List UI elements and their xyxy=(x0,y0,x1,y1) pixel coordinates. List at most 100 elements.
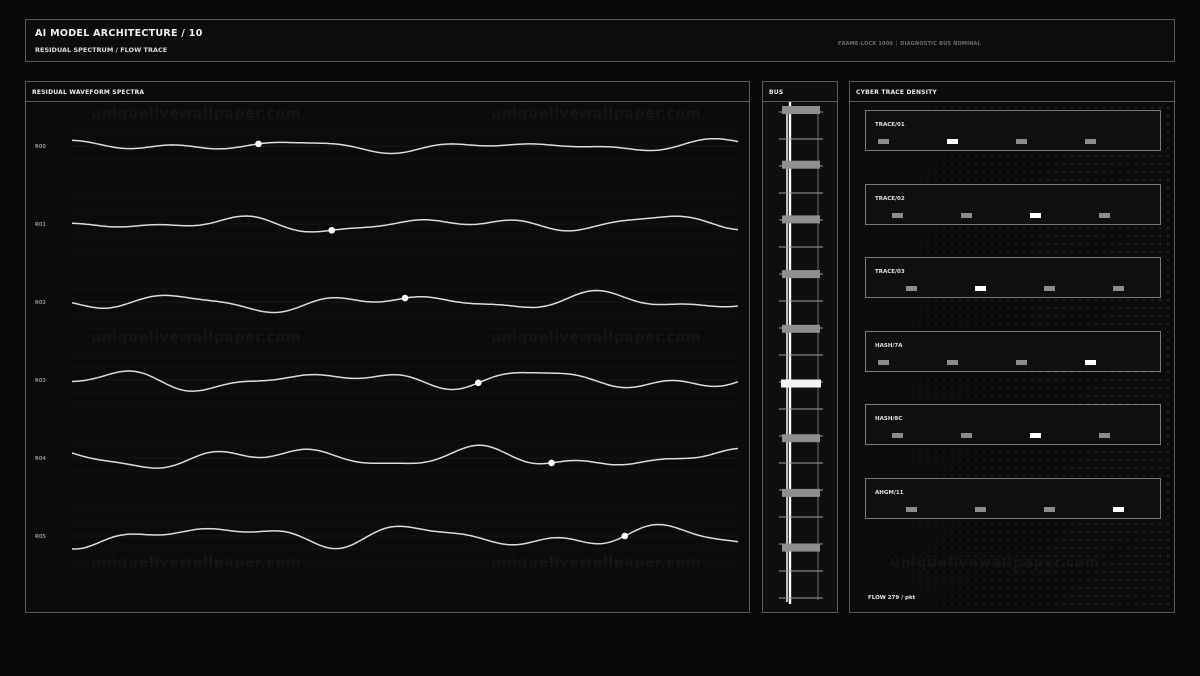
grid-dot xyxy=(855,459,857,461)
grid-dot xyxy=(855,587,857,589)
grid-dot xyxy=(1095,163,1097,165)
grid-dot xyxy=(935,587,937,589)
grid-dot xyxy=(967,299,969,301)
grid-dot xyxy=(1023,531,1025,533)
grid-dot xyxy=(879,587,881,589)
grid-dot xyxy=(1167,371,1169,373)
grid-dot xyxy=(1095,467,1097,469)
grid-dot xyxy=(959,579,961,581)
grid-dot xyxy=(855,219,857,221)
grid-dot xyxy=(927,467,929,469)
grid-dot xyxy=(1071,387,1073,389)
grid-dot xyxy=(991,323,993,325)
grid-dot xyxy=(1159,539,1161,541)
grid-dot xyxy=(1039,299,1041,301)
grid-dot xyxy=(967,171,969,173)
grid-dot xyxy=(1079,227,1081,229)
grid-dot xyxy=(1103,171,1105,173)
grid-dot xyxy=(895,379,897,381)
grid-dot xyxy=(983,451,985,453)
grid-dot xyxy=(1039,243,1041,245)
grid-dot xyxy=(871,563,873,565)
grid-dot xyxy=(1047,555,1049,557)
grid-dot xyxy=(1079,571,1081,573)
grid-dot xyxy=(855,163,857,165)
grid-dot xyxy=(1111,547,1113,549)
grid-dot xyxy=(1127,579,1129,581)
grid-dot xyxy=(1071,595,1073,597)
grid-dot xyxy=(855,443,857,445)
grid-dot xyxy=(1007,531,1009,533)
grid-dot xyxy=(1023,171,1025,173)
grid-dot xyxy=(1015,523,1017,525)
grid-dot xyxy=(1031,595,1033,597)
grid-dot xyxy=(1023,563,1025,565)
grid-dot xyxy=(911,323,913,325)
grid-dot xyxy=(983,107,985,109)
grid-dot xyxy=(999,251,1001,253)
grid-dot xyxy=(1095,379,1097,381)
grid-dot xyxy=(911,571,913,573)
grid-dot xyxy=(1095,227,1097,229)
trace-mark xyxy=(878,139,889,144)
grid-dot xyxy=(919,307,921,309)
grid-dot xyxy=(1023,235,1025,237)
grid-dot xyxy=(1111,251,1113,253)
grid-dot xyxy=(951,563,953,565)
grid-dot xyxy=(895,579,897,581)
grid-dot xyxy=(879,603,881,605)
grid-dot xyxy=(855,339,857,341)
grid-dot xyxy=(943,563,945,565)
grid-dot xyxy=(1039,563,1041,565)
grid-dot xyxy=(1111,459,1113,461)
grid-dot xyxy=(927,563,929,565)
grid-dot xyxy=(1039,227,1041,229)
grid-dot xyxy=(1015,163,1017,165)
grid-dot xyxy=(1127,179,1129,181)
grid-dot xyxy=(1111,563,1113,565)
grid-dot xyxy=(975,563,977,565)
grid-dot xyxy=(1079,107,1081,109)
grid-dot xyxy=(1015,243,1017,245)
grid-dot xyxy=(855,499,857,501)
grid-dot xyxy=(1167,347,1169,349)
grid-dot xyxy=(967,107,969,109)
grid-dot xyxy=(1119,531,1121,533)
grid-dot xyxy=(911,179,913,181)
grid-dot xyxy=(1095,395,1097,397)
grid-dot xyxy=(1039,523,1041,525)
trace-box: HASH/8C xyxy=(865,404,1161,445)
grid-dot xyxy=(1159,107,1161,109)
trace-mark-active xyxy=(1030,212,1041,218)
grid-dot xyxy=(959,563,961,565)
grid-dot xyxy=(1167,291,1169,293)
grid-dot xyxy=(1127,539,1129,541)
waveform-line xyxy=(71,523,739,550)
grid-dot xyxy=(967,595,969,597)
grid-dot xyxy=(1167,243,1169,245)
grid-dot xyxy=(1007,163,1009,165)
waveform-line xyxy=(71,444,739,469)
grid-dot xyxy=(1007,299,1009,301)
grid-dot xyxy=(1127,555,1129,557)
grid-dot xyxy=(1095,299,1097,301)
grid-dot xyxy=(855,563,857,565)
grid-dot xyxy=(1119,107,1121,109)
grid-dot xyxy=(1151,179,1153,181)
grid-dot xyxy=(1063,547,1065,549)
bus-block xyxy=(782,106,820,114)
grid-dot xyxy=(959,227,961,229)
grid-dot xyxy=(1167,379,1169,381)
grid-dot xyxy=(1151,603,1153,605)
grid-dot xyxy=(1119,243,1121,245)
grid-dot xyxy=(1063,467,1065,469)
grid-dot xyxy=(1103,251,1105,253)
grid-dot xyxy=(943,235,945,237)
grid-dot xyxy=(1015,107,1017,109)
grid-dot xyxy=(1151,571,1153,573)
grid-dot xyxy=(1143,299,1145,301)
grid-dot xyxy=(927,451,929,453)
grid-dot xyxy=(1103,563,1105,565)
grid-dot xyxy=(919,155,921,157)
grid-dot xyxy=(1167,227,1169,229)
